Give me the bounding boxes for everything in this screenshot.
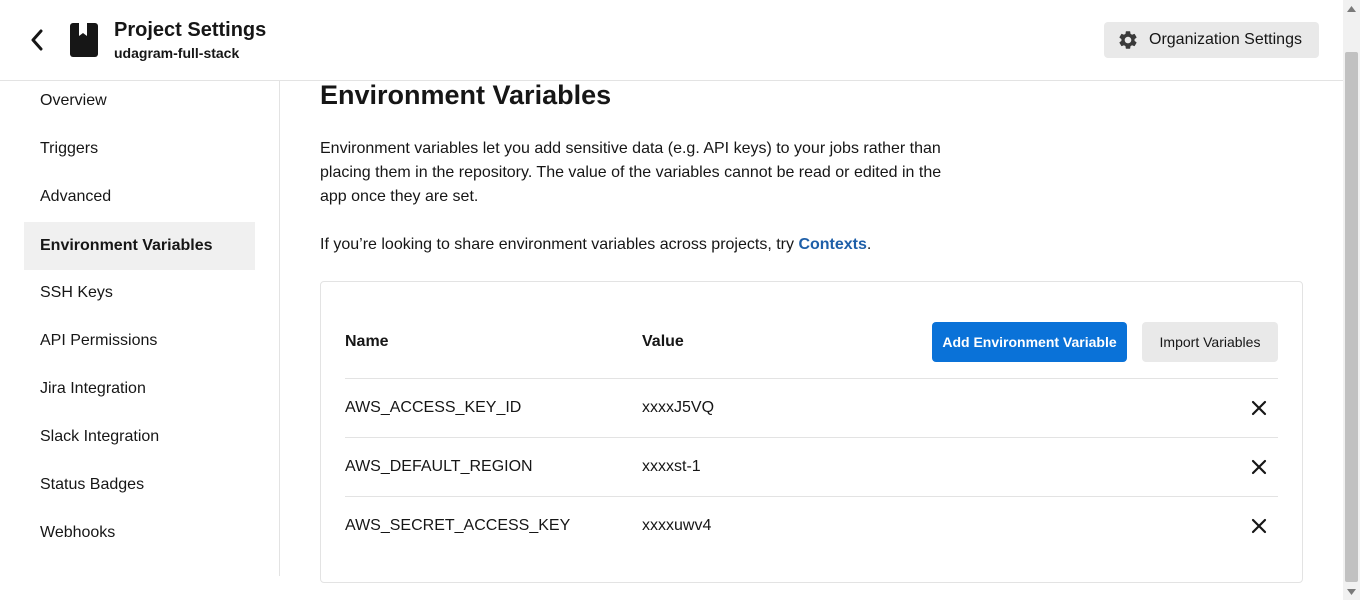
book-icon (70, 23, 98, 57)
variable-value: xxxxst-1 (642, 458, 701, 475)
page-title: Project Settings (114, 19, 267, 41)
close-icon[interactable] (1250, 399, 1268, 417)
organization-settings-button[interactable]: Organization Settings (1104, 22, 1319, 58)
import-variables-button[interactable]: Import Variables (1142, 322, 1278, 362)
sidebar-item-api-permissions[interactable]: API Permissions (24, 317, 255, 365)
sidebar-item-status-badges[interactable]: Status Badges (24, 461, 255, 509)
section-description: Environment variables let you add sensit… (320, 140, 942, 205)
organization-settings-label: Organization Settings (1149, 31, 1302, 48)
variable-value: xxxxuwv4 (642, 517, 712, 534)
sidebar-item-ssh-keys[interactable]: SSH Keys (24, 269, 255, 317)
scroll-up-button[interactable] (1343, 0, 1360, 17)
scroll-down-arrow-icon (1347, 588, 1356, 595)
env-variables-card: Name Value Add Environment Variable Impo… (320, 281, 1303, 583)
gear-icon (1119, 31, 1137, 49)
variable-name: AWS_DEFAULT_REGION (345, 458, 533, 475)
scrollbar-thumb[interactable] (1345, 52, 1358, 582)
column-header-name: Name (345, 333, 389, 350)
scroll-up-arrow-icon (1347, 5, 1356, 12)
table-row: AWS_ACCESS_KEY_ID xxxxJ5VQ (345, 378, 1278, 437)
sidebar-item-overview[interactable]: Overview (24, 77, 255, 125)
back-button[interactable] (26, 28, 48, 52)
share-hint-suffix: . (866, 236, 872, 253)
close-icon[interactable] (1250, 458, 1268, 476)
sidebar-item-advanced[interactable]: Advanced (24, 173, 255, 221)
variable-name: AWS_SECRET_ACCESS_KEY (345, 517, 571, 534)
close-icon[interactable] (1250, 517, 1268, 535)
section-title: Environment Variables (320, 80, 612, 110)
chevron-left-icon (31, 29, 43, 51)
column-header-value: Value (642, 333, 684, 350)
sidebar: Overview Triggers Advanced Environment V… (0, 81, 280, 576)
sidebar-item-slack-integration[interactable]: Slack Integration (24, 413, 255, 461)
share-hint: If you’re looking to share environment v… (320, 233, 871, 257)
variable-value: xxxxJ5VQ (642, 399, 715, 416)
vertical-scrollbar[interactable] (1343, 0, 1360, 600)
table-row: AWS_SECRET_ACCESS_KEY xxxxuwv4 (345, 496, 1278, 555)
sidebar-item-triggers[interactable]: Triggers (24, 125, 255, 173)
sidebar-item-jira-integration[interactable]: Jira Integration (24, 365, 255, 413)
scroll-down-button[interactable] (1343, 583, 1360, 600)
share-hint-text: If you’re looking to share environment v… (320, 236, 799, 253)
page-header: Project Settings udagram-full-stack Orga… (0, 0, 1343, 81)
project-name: udagram-full-stack (114, 45, 240, 61)
variable-name: AWS_ACCESS_KEY_ID (345, 399, 522, 416)
contexts-link[interactable]: Contexts (798, 236, 866, 253)
sidebar-item-environment-variables[interactable]: Environment Variables (24, 222, 255, 270)
table-row: AWS_DEFAULT_REGION xxxxst-1 (345, 437, 1278, 496)
sidebar-item-webhooks[interactable]: Webhooks (24, 509, 255, 557)
add-environment-variable-button[interactable]: Add Environment Variable (932, 322, 1127, 362)
